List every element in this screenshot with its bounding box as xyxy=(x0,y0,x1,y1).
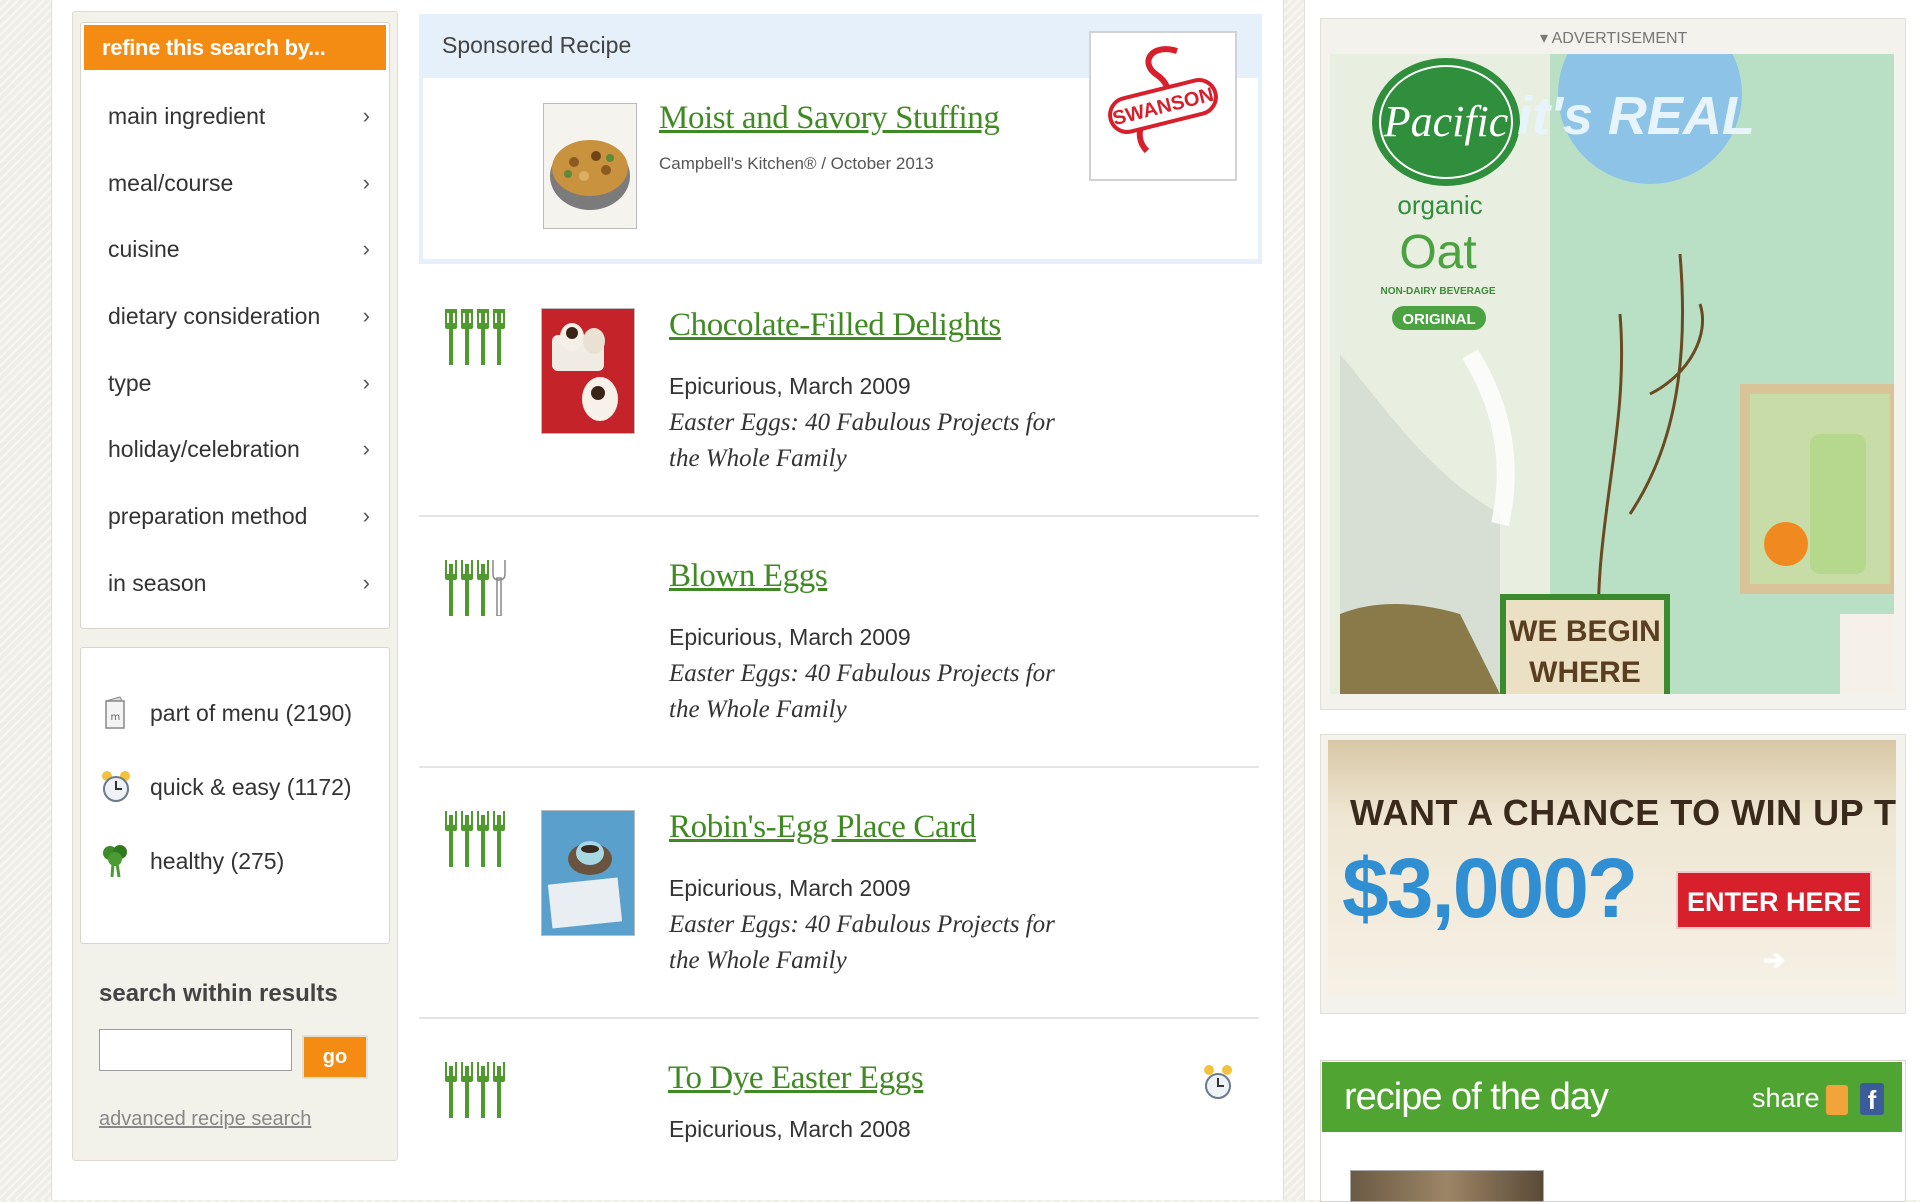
result-photo[interactable] xyxy=(541,308,635,434)
rating-forks-4 xyxy=(445,1062,505,1118)
contest-headline: WANT A CHANCE TO WIN UP TO xyxy=(1350,792,1896,833)
refine-item-dietary[interactable]: dietary consideration › xyxy=(108,296,370,336)
share-label: share xyxy=(1752,1083,1820,1113)
contest-amount: $3,000? xyxy=(1342,841,1638,935)
svg-text:m: m xyxy=(111,712,121,723)
refine-heading: refine this search by... xyxy=(84,25,386,70)
swanson-logo-graphic: SWANSON xyxy=(1108,46,1218,154)
pacific-ad-graphic: Pacific organic Oat NON-DAIRY BEVERAGE O… xyxy=(1330,54,1894,694)
chevron-right-icon: › xyxy=(362,370,370,395)
result-book-2: Easter Eggs: 40 Fabulous Projects for th… xyxy=(669,660,1055,723)
result-title-1[interactable]: Chocolate-Filled Delights xyxy=(669,307,1001,344)
recipe-of-the-day-title: recipe of the day xyxy=(1344,1076,1609,1118)
chocolate-eggs-photo xyxy=(542,309,634,433)
rating-forks-4 xyxy=(445,811,505,867)
sponsored-recipe-title[interactable]: Moist and Savory Stuffing xyxy=(659,100,1000,137)
refine-item-label: in season xyxy=(108,570,207,596)
advanced-recipe-search-link[interactable]: advanced recipe search xyxy=(99,1108,311,1131)
stuffing-photo xyxy=(544,104,636,228)
pacific-oat: Oat xyxy=(1399,226,1476,279)
pacific-sign-line2: WHERE xyxy=(1529,656,1641,689)
advertisement-label: ▾ ADVERTISEMENT xyxy=(1540,30,1688,47)
refine-item-main-ingredient[interactable]: main ingredient › xyxy=(108,96,370,136)
result-title-3[interactable]: Robin's-Egg Place Card xyxy=(669,809,976,846)
pacific-badge: ORIGINAL xyxy=(1402,311,1475,328)
swanson-logo[interactable]: SWANSON xyxy=(1089,31,1237,181)
refine-item-label: preparation method xyxy=(108,503,308,529)
menu-icon: m xyxy=(105,696,125,729)
result-divider xyxy=(419,1017,1259,1019)
chevron-right-icon: › xyxy=(362,503,370,528)
rss-icon[interactable] xyxy=(1826,1085,1848,1115)
refine-item-label: meal/course xyxy=(108,170,234,196)
refine-item-preparation[interactable]: preparation method › xyxy=(108,496,370,536)
result-title-2[interactable]: Blown Eggs xyxy=(669,558,828,595)
filter-label: healthy (275) xyxy=(150,848,285,874)
refine-item-label: cuisine xyxy=(108,236,180,262)
chevron-right-icon: › xyxy=(362,103,370,128)
chevron-right-icon: › xyxy=(362,570,370,595)
filter-label: quick & easy (1172) xyxy=(150,774,352,800)
sponsored-label: Sponsored Recipe xyxy=(442,32,632,58)
search-within-input[interactable] xyxy=(99,1029,292,1071)
result-source-1: Epicurious, March 2009 xyxy=(669,373,911,399)
facebook-icon[interactable]: f xyxy=(1860,1083,1884,1115)
result-source-4: Epicurious, March 2008 xyxy=(669,1116,911,1142)
search-within-title: search within results xyxy=(99,980,338,1007)
go-button[interactable]: go xyxy=(302,1035,368,1079)
recipe-of-the-day-photo[interactable] xyxy=(1350,1170,1544,1202)
filter-label: part of menu (2190) xyxy=(150,700,353,726)
result-book-3: Easter Eggs: 40 Fabulous Projects for th… xyxy=(669,911,1055,974)
refine-item-in-season[interactable]: in season › xyxy=(108,563,370,603)
rating-forks-3 xyxy=(445,560,506,616)
refine-item-label: dietary consideration xyxy=(108,303,321,329)
chevron-right-icon: › xyxy=(362,436,370,461)
result-title-4[interactable]: To Dye Easter Eggs xyxy=(668,1060,924,1097)
rating-forks-4 xyxy=(445,309,505,365)
sponsored-recipe-photo[interactable] xyxy=(543,103,637,229)
refine-item-label: holiday/celebration xyxy=(108,436,300,462)
refine-item-type[interactable]: type › xyxy=(108,363,370,403)
refine-item-label: type xyxy=(108,370,152,396)
result-source-2: Epicurious, March 2009 xyxy=(669,624,911,650)
pacific-product-sub: NON-DAIRY BEVERAGE xyxy=(1380,286,1495,297)
pacific-organic: organic xyxy=(1397,190,1482,220)
result-source-3: Epicurious, March 2009 xyxy=(669,875,911,901)
chevron-right-icon: › xyxy=(362,170,370,195)
contest-ad[interactable]: WANT A CHANCE TO WIN UP TO $3,000? ENTER… xyxy=(1328,740,1896,995)
pacific-brand: Pacific xyxy=(1383,97,1509,146)
alarm-clock-icon xyxy=(1204,1065,1232,1099)
result-book-1: Easter Eggs: 40 Fabulous Projects for th… xyxy=(669,409,1055,472)
refine-item-cuisine[interactable]: cuisine › xyxy=(108,229,370,269)
enter-here-button[interactable]: ENTER HERE ➔ xyxy=(1676,871,1872,975)
robins-egg-card-photo xyxy=(542,811,634,935)
result-photo[interactable] xyxy=(541,810,635,936)
refine-item-holiday[interactable]: holiday/celebration › xyxy=(108,429,370,469)
refine-item-label: main ingredient xyxy=(108,103,266,129)
broccoli-icon xyxy=(103,845,127,878)
refine-item-meal-course[interactable]: meal/course › xyxy=(108,163,370,203)
pacific-sign-line1: WE BEGIN xyxy=(1509,615,1661,648)
chevron-right-icon: › xyxy=(362,236,370,261)
pacific-oat-ad[interactable]: Pacific organic Oat NON-DAIRY BEVERAGE O… xyxy=(1330,54,1894,694)
pacific-tagline: it's REAL xyxy=(1517,86,1755,146)
sponsored-recipe-meta: Campbell's Kitchen® / October 2013 xyxy=(659,154,934,173)
result-divider xyxy=(419,766,1259,768)
result-divider xyxy=(419,515,1259,517)
alarm-clock-icon xyxy=(102,771,130,802)
chevron-right-icon: › xyxy=(362,303,370,328)
